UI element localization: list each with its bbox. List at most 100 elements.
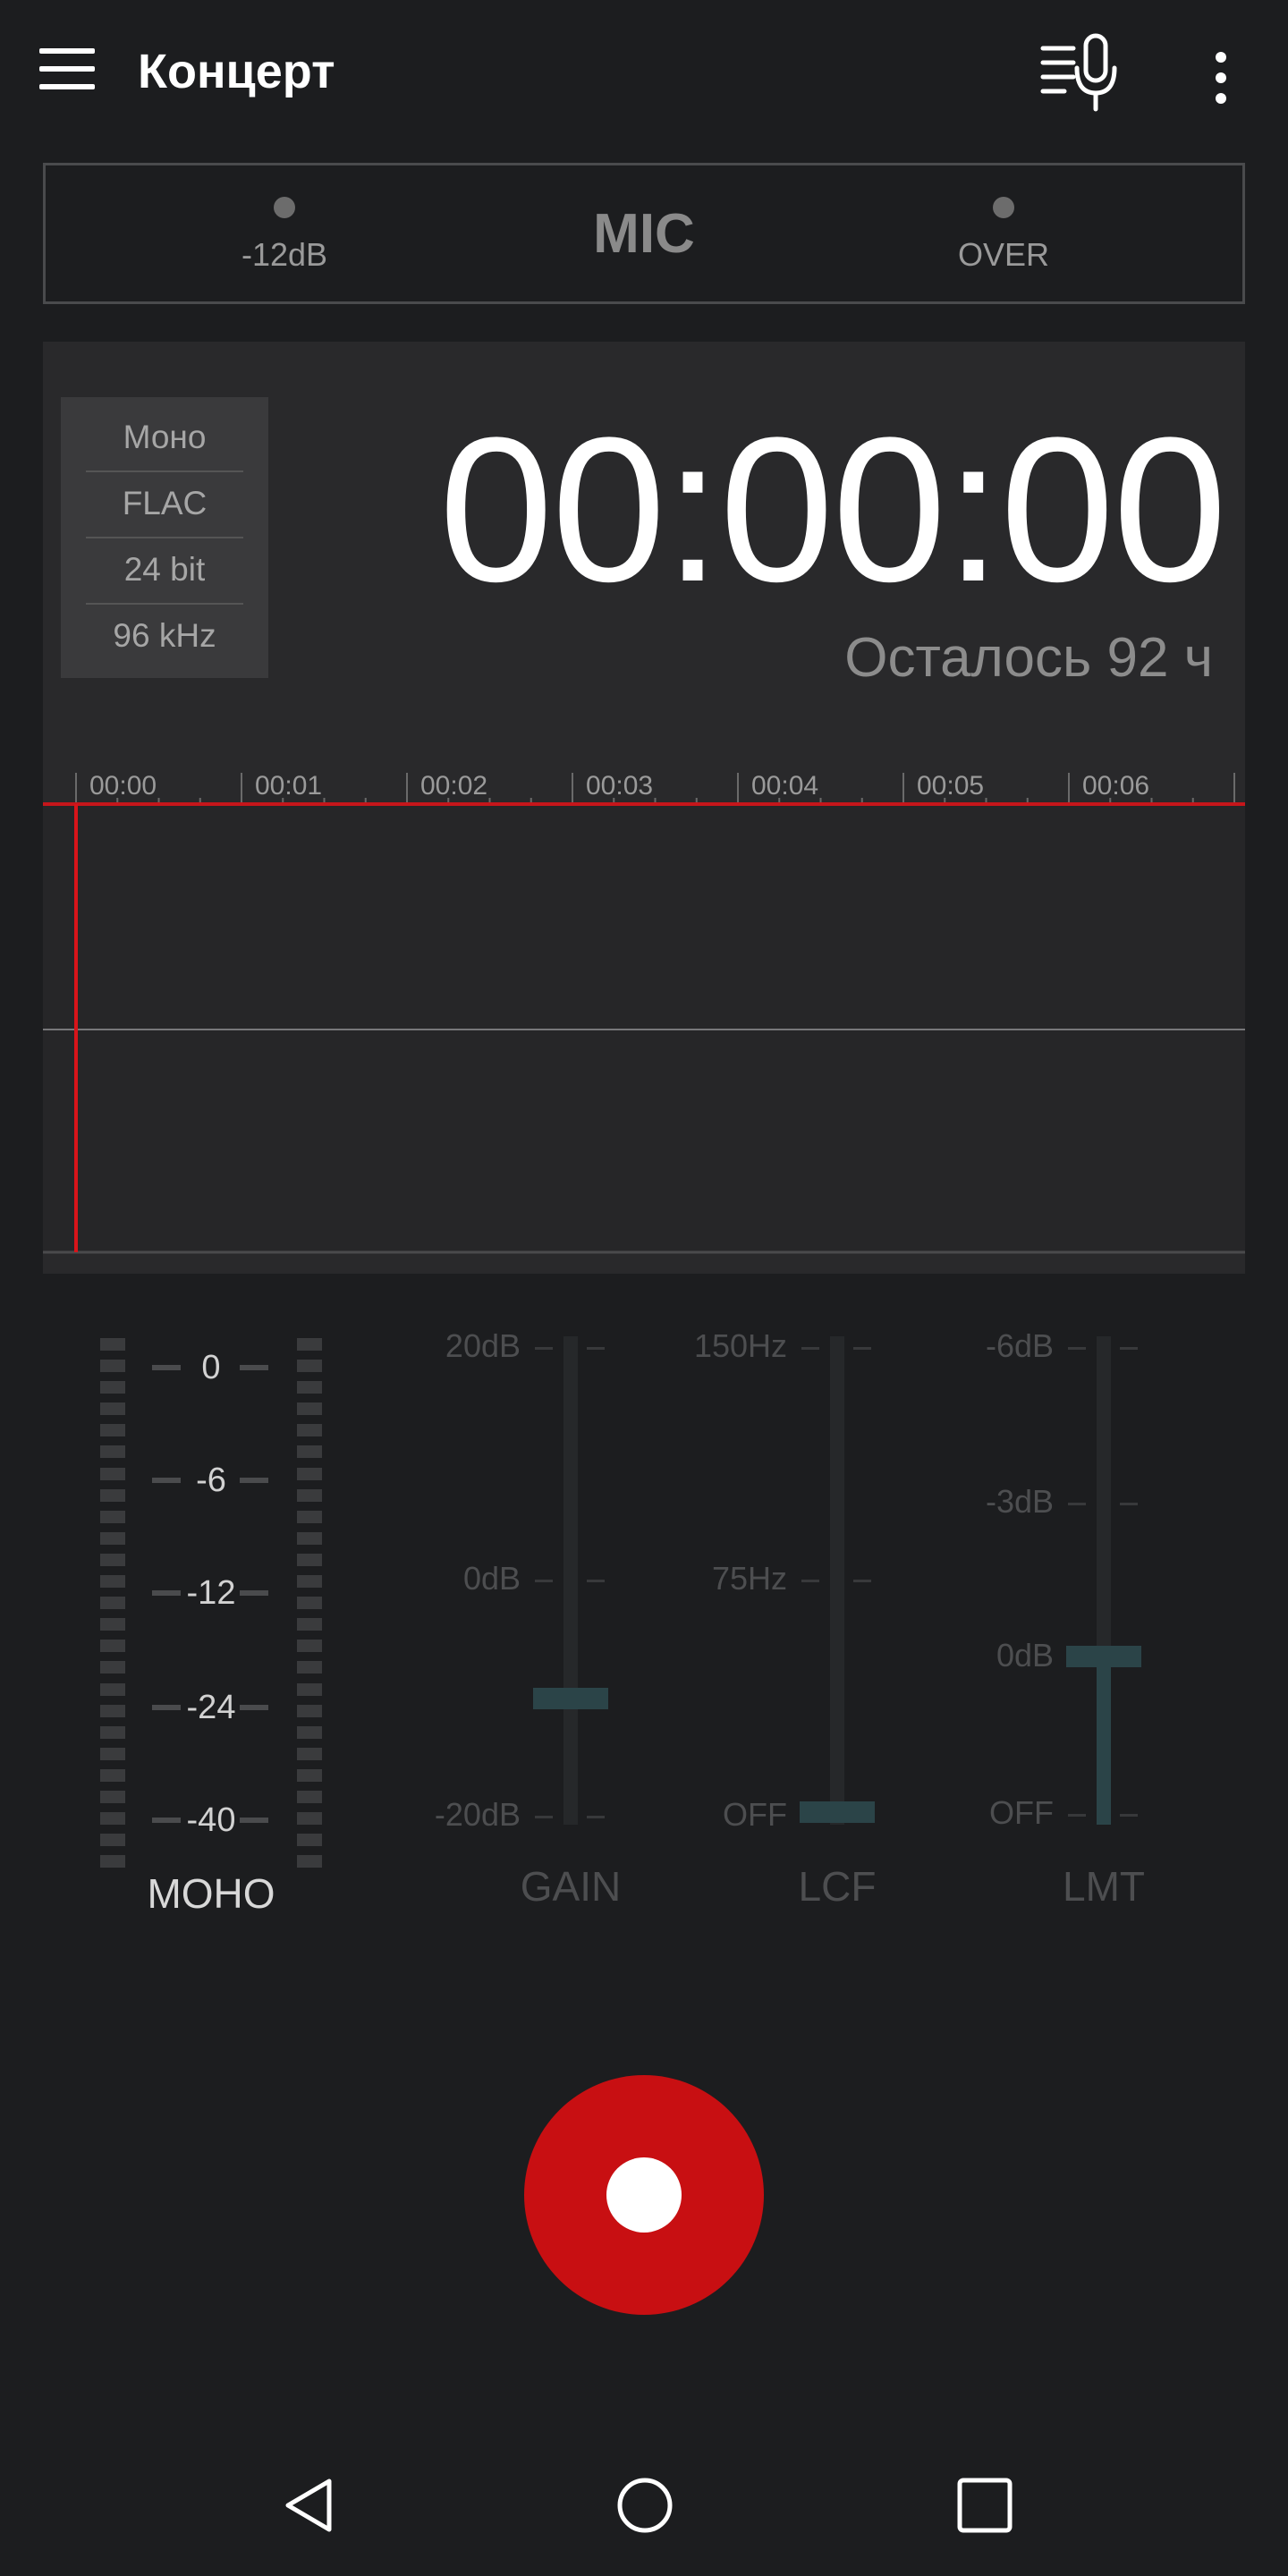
lcf-min-label: OFF [723,1796,787,1833]
gain-label: GAIN [520,1863,622,1910]
meter-segment [297,1381,322,1394]
lmt-slider-track[interactable] [1097,1336,1111,1825]
record-button[interactable] [524,2075,764,2315]
page-title: Концерт [138,45,335,98]
channel-mode-label[interactable]: МОНО [107,1869,315,1918]
level-meter-left [100,1338,125,1877]
input-source-label[interactable]: MIC [510,202,778,266]
home-circle-icon[interactable] [614,2474,676,2537]
back-triangle-icon[interactable] [277,2474,340,2537]
meter-segment [297,1597,322,1610]
meter-segment [297,1725,322,1739]
meter-segment [297,1360,322,1373]
meter-segment [100,1381,125,1394]
meter-segment [100,1531,125,1545]
recents-square-icon[interactable] [953,2474,1016,2537]
over-led-icon [993,197,1014,218]
meter-segment [297,1661,322,1674]
format-bit-depth: 24 bit [123,551,206,588]
clip-12db-label: -12dB [241,236,328,273]
meter-segment [100,1790,125,1803]
meter-segment [297,1747,322,1760]
elapsed-time: 00:00:00 [438,394,1227,624]
lmt-label: LMT [1063,1863,1145,1910]
system-nav-bar [0,2433,1288,2576]
app-bar: Концерт [0,0,1288,143]
meter-segment [297,1445,322,1459]
gain-max-label: 20dB [445,1327,521,1364]
meter-segment [100,1445,125,1459]
timeline-tick: 00:02 [420,771,488,801]
meter-scale-label: -6 [196,1462,226,1499]
lcf-label: LCF [798,1863,877,1910]
meter-scale-label: -40 [186,1801,236,1839]
meter-segment [100,1661,125,1674]
meter-segment [100,1855,125,1868]
meter-scale-label: -12 [186,1574,236,1612]
clip-12db-led-icon [274,197,295,218]
meter-segment [297,1531,322,1545]
meter-segment [100,1510,125,1523]
format-codec: FLAC [122,485,208,521]
meter-segment [100,1360,125,1373]
meter-segment [100,1834,125,1847]
meter-segment [297,1553,322,1566]
level-meter-right [297,1338,322,1877]
remaining-time: Осталось 92 ч [844,627,1213,689]
meter-segment [297,1768,322,1782]
meter-segment [100,1597,125,1610]
meter-scale-label: 0 [201,1349,221,1386]
meter-scale-label: -24 [186,1689,236,1726]
gain-slider-thumb[interactable] [533,1688,608,1709]
meter-segment [297,1338,322,1351]
meter-segment [100,1768,125,1782]
microphone-list-icon[interactable] [1038,32,1127,113]
meter-segment [297,1704,322,1717]
lcf-slider-thumb[interactable] [800,1801,875,1823]
meter-segment [100,1553,125,1566]
meter-segment [297,1812,322,1826]
timeline-tick: 00:04 [751,771,819,801]
lmt-min-label: OFF [989,1794,1054,1831]
waveform-view[interactable]: 00:00 00:01 00:02 00:03 00:04 00:05 00:0… [43,762,1245,1274]
meter-segment [297,1575,322,1589]
more-vertical-icon[interactable] [1199,32,1243,113]
meter-segment [100,1618,125,1631]
lcf-slider-track[interactable] [830,1336,844,1825]
format-channels: Моно [123,419,207,455]
meter-segment [297,1640,322,1653]
timeline-tick: 00:01 [255,771,323,801]
meter-segment [297,1488,322,1502]
meter-segment [297,1682,322,1696]
meter-segment [297,1790,322,1803]
meter-segment [100,1682,125,1696]
meter-segment [100,1725,125,1739]
hamburger-menu-icon[interactable] [36,45,98,95]
gain-min-label: -20dB [434,1796,521,1833]
meter-segment [100,1488,125,1502]
gain-mid-label: 0dB [462,1560,521,1597]
gain-slider-track[interactable] [564,1336,578,1825]
meter-segment [297,1510,322,1523]
meter-segment [297,1424,322,1437]
meter-segment [100,1424,125,1437]
format-info-box[interactable]: Моно FLAC 24 bit 96 kHz [61,397,268,678]
timeline-tick: 00:03 [586,771,654,801]
meter-segment [100,1467,125,1480]
meter-segment [100,1704,125,1717]
over-label: OVER [957,236,1050,273]
lcf-max-label: 150Hz [693,1327,787,1364]
meter-segment [297,1402,322,1416]
meter-segment [297,1834,322,1847]
timeline-tick: 00:00 [89,771,157,801]
meter-segment [100,1640,125,1653]
timeline-tick: 00:06 [1082,771,1150,801]
meter-segment [100,1402,125,1416]
timeline-tick: 00:05 [917,771,985,801]
lmt-upper-mid-label: -3dB [985,1483,1054,1520]
lmt-max-label: -6dB [985,1327,1054,1364]
meter-segment [100,1338,125,1351]
lmt-slider-thumb[interactable] [1066,1646,1141,1667]
meter-segment [100,1812,125,1826]
lcf-mid-label: 75Hz [711,1560,787,1597]
